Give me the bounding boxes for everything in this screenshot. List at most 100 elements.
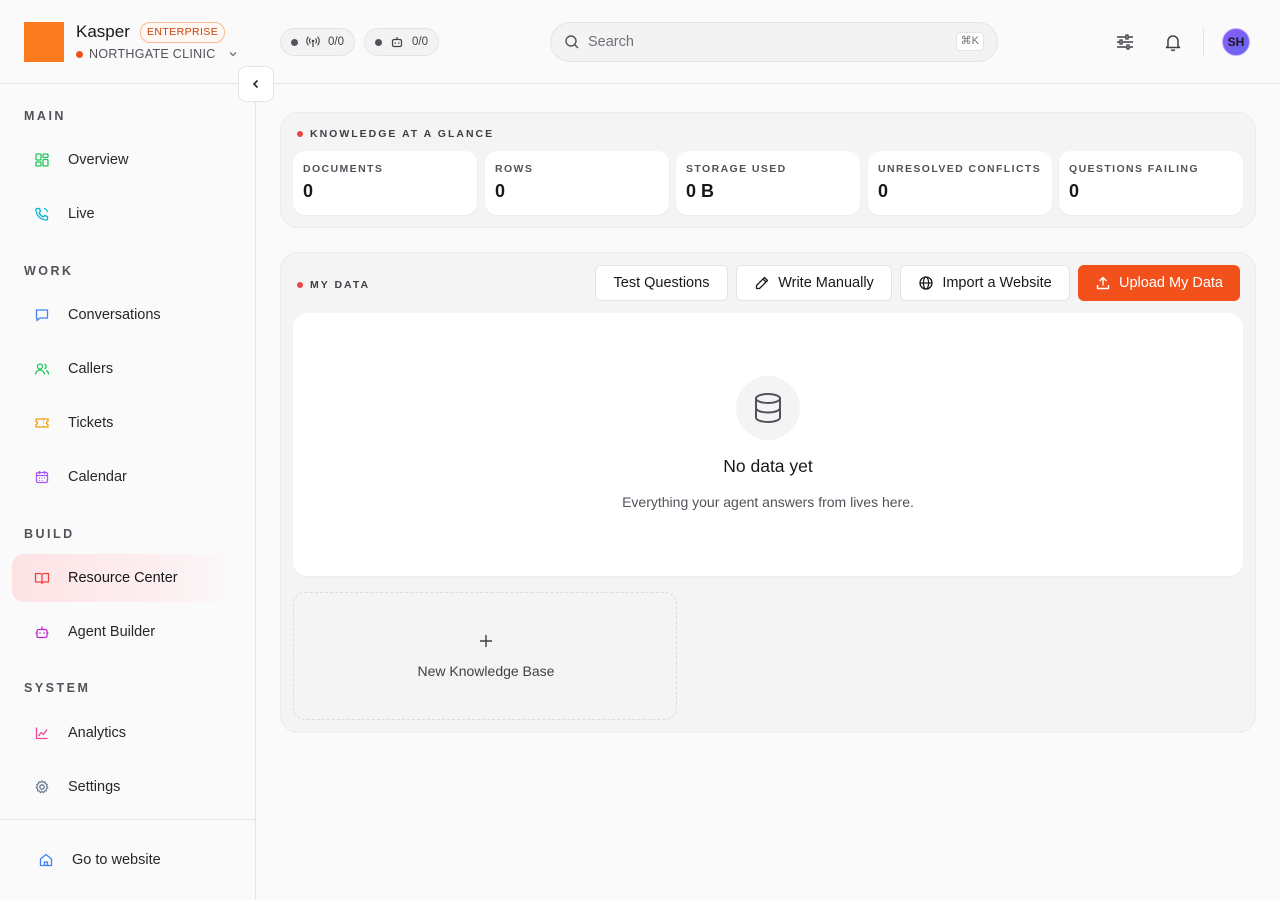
stat-label: QUESTIONS FAILING — [1069, 163, 1199, 175]
sidebar-item-label: Agent Builder — [68, 624, 156, 640]
section-label-system: SYSTEM — [24, 681, 91, 695]
stat-value: 0 — [1069, 181, 1080, 201]
button-label: Upload My Data — [1119, 275, 1223, 291]
agents-count: 0/0 — [412, 36, 428, 48]
upload-data-button[interactable]: Upload My Data — [1078, 265, 1240, 301]
section-label-main: MAIN — [24, 109, 66, 123]
sidebar-item-label: Conversations — [68, 307, 161, 323]
sidebar-item-calendar[interactable]: Calendar — [12, 453, 244, 501]
bot-icon — [34, 624, 50, 640]
sidebar-item-overview[interactable]: Overview — [12, 136, 244, 184]
test-questions-button[interactable]: Test Questions — [595, 265, 728, 301]
search-input[interactable]: Search ⌘K — [550, 22, 998, 62]
stat-card-questions-failing: QUESTIONS FAILING 0 — [1059, 151, 1243, 215]
sidebar-item-tickets[interactable]: Tickets — [12, 399, 244, 447]
stat-label: DOCUMENTS — [303, 163, 384, 175]
sidebar-item-conversations[interactable]: Conversations — [12, 291, 244, 339]
import-website-button[interactable]: Import a Website — [900, 265, 1070, 301]
plus-icon — [480, 635, 492, 647]
my-data-panel: MY DATA Test Questions Write Manually Im… — [280, 252, 1256, 733]
sidebar-item-resource-center[interactable]: Resource Center — [12, 554, 244, 602]
sidebar-item-label: Tickets — [68, 415, 114, 431]
search-shortcut: ⌘K — [955, 32, 984, 51]
stat-label: ROWS — [495, 163, 534, 175]
go-to-website-link[interactable]: Go to website — [12, 836, 244, 884]
sidebar-item-agent-builder[interactable]: Agent Builder — [12, 608, 244, 656]
sidebar-item-label: Live — [68, 206, 95, 222]
empty-state-title: No data yet — [723, 456, 813, 476]
sidebar-item-live[interactable]: Live — [12, 190, 244, 238]
logo — [24, 22, 64, 62]
bot-icon — [391, 37, 403, 48]
message-square-icon — [34, 307, 50, 323]
plan-badge: ENTERPRISE — [140, 22, 226, 43]
status-dot — [297, 282, 303, 288]
stat-label: UNRESOLVED CONFLICTS — [878, 163, 1042, 175]
knowledge-glance-panel: KNOWLEDGE AT A GLANCE DOCUMENTS 0 ROWS 0… — [280, 112, 1256, 228]
sidebar-item-label: Settings — [68, 779, 121, 795]
org-switcher[interactable]: NORTHGATE CLINIC — [76, 47, 238, 61]
database-icon-wrapper — [736, 376, 800, 440]
sidebar-item-label: Resource Center — [68, 570, 178, 586]
chevron-down-icon — [229, 52, 237, 57]
status-dot — [291, 38, 298, 46]
gear-icon — [34, 779, 50, 795]
database-icon — [755, 393, 781, 423]
layout-grid-icon — [34, 152, 50, 168]
empty-state-subtitle: Everything your agent answers from lives… — [622, 494, 914, 510]
divider — [0, 819, 256, 820]
brand-name: Kasper — [76, 22, 130, 41]
divider — [1203, 28, 1204, 56]
agents-pill[interactable]: 0/0 — [364, 28, 439, 56]
section-label-work: WORK — [24, 264, 74, 278]
book-open-icon — [34, 570, 50, 586]
calendar-icon — [34, 469, 50, 485]
stat-value: 0 — [878, 181, 889, 201]
button-label: Import a Website — [942, 275, 1052, 291]
sidebar-item-label: Callers — [68, 361, 114, 377]
top-bar: Kasper ENTERPRISE NORTHGATE CLINIC 0/0 0… — [0, 0, 1280, 84]
new-knowledge-base-button[interactable]: New Knowledge Base — [293, 592, 677, 720]
bell-icon[interactable] — [1162, 31, 1184, 53]
stat-value: 0 — [303, 181, 314, 201]
broadcast-icon — [306, 36, 320, 47]
write-manually-button[interactable]: Write Manually — [736, 265, 892, 301]
phone-icon — [34, 206, 50, 222]
live-calls-count: 0/0 — [328, 36, 344, 48]
empty-state-card: No data yet Everything your agent answer… — [293, 313, 1243, 576]
stat-card-rows: ROWS 0 — [485, 151, 669, 215]
sidebar-item-label: Overview — [68, 152, 129, 168]
status-dot — [297, 131, 303, 137]
pencil-icon — [756, 276, 769, 290]
status-dot — [375, 38, 382, 46]
sidebar-item-label: Analytics — [68, 725, 127, 741]
upload-icon — [1096, 276, 1110, 290]
button-label: Write Manually — [778, 275, 874, 291]
ticket-icon — [34, 415, 50, 431]
chevron-left-icon — [252, 79, 259, 89]
collapse-sidebar-button[interactable] — [238, 66, 274, 102]
sliders-icon[interactable] — [1114, 31, 1136, 53]
stat-label: STORAGE USED — [686, 163, 787, 175]
search-placeholder: Search — [588, 34, 634, 50]
section-label-build: BUILD — [24, 527, 75, 541]
sidebar-item-callers[interactable]: Callers — [12, 345, 244, 393]
stat-value: 0 B — [686, 181, 715, 201]
org-name: NORTHGATE CLINIC — [89, 47, 216, 61]
line-chart-icon — [34, 725, 50, 741]
panel-title: KNOWLEDGE AT A GLANCE — [297, 128, 494, 140]
live-calls-pill[interactable]: 0/0 — [280, 28, 355, 56]
new-knowledge-base-label: New Knowledge Base — [417, 663, 555, 679]
home-icon — [38, 852, 54, 868]
sidebar-item-label: Go to website — [72, 852, 161, 868]
stat-card-storage: STORAGE USED 0 B — [676, 151, 860, 215]
users-icon — [34, 361, 50, 377]
avatar[interactable]: SH — [1222, 28, 1250, 56]
stat-card-conflicts: UNRESOLVED CONFLICTS 0 — [868, 151, 1052, 215]
sidebar-item-settings[interactable]: Settings — [12, 763, 244, 811]
sidebar-item-analytics[interactable]: Analytics — [12, 709, 244, 757]
search-icon — [565, 35, 579, 49]
globe-icon — [919, 276, 933, 290]
stat-card-documents: DOCUMENTS 0 — [293, 151, 477, 215]
panel-title: MY DATA — [297, 279, 370, 291]
